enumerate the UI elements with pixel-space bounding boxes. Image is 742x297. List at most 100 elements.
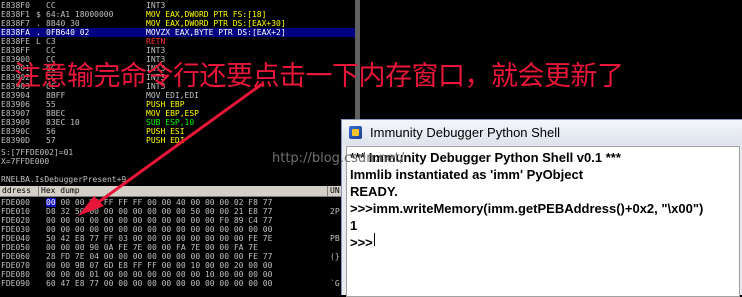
- disasm-address: E83906: [1, 100, 30, 109]
- dump-column-hex[interactable]: Hex dump: [39, 186, 328, 196]
- disasm-instruction: PUSH EDI: [146, 136, 185, 145]
- dump-address: FDE010: [1, 207, 30, 216]
- shell-line: 1: [350, 218, 358, 233]
- dump-ascii: (}: [330, 252, 340, 261]
- disasm-instruction: RETN: [146, 37, 166, 46]
- info-line: RNELBA.IsDebuggerPresent+9: [1, 175, 127, 184]
- disassembly-row[interactable]: E8390C 56 PUSH ESI: [0, 127, 360, 136]
- disasm-address: E838F7: [1, 19, 30, 28]
- dump-address: FDE020: [1, 216, 30, 225]
- disasm-hex-bytes: 0FB640 02: [46, 28, 90, 37]
- dump-remaining-bytes: FD 7E 04 00 00 00 00 00 00 00 00 00 00 F…: [55, 252, 273, 261]
- python-shell-window[interactable]: Immunity Debugger Python Shell *** Immun…: [341, 119, 742, 297]
- shell-console[interactable]: *** Immunity Debugger Python Shell v0.1 …: [346, 146, 740, 297]
- shell-line: READY.: [350, 184, 398, 199]
- disasm-instruction: INT3: [146, 1, 166, 10]
- disasm-hex-bytes: 55: [46, 100, 56, 109]
- dump-row[interactable]: FDE050 00 00 00 90 0A FE 7E 00 00 FA 7E 0…: [0, 243, 360, 252]
- dump-hex-bytes: 28 FD 7E 04 00 00 00 00 00 00 00 00 00 0…: [46, 252, 272, 261]
- disassembly-row[interactable]: E8390D 57 PUSH EDI: [0, 136, 360, 145]
- disassembly-row[interactable]: E838F7. 8B40 30 MOV EAX,DWORD PTR DS:[EAX+…: [0, 19, 360, 28]
- dump-first-byte: 60: [46, 279, 56, 288]
- disasm-instruction: MOV EAX,DWORD PTR DS:[EAX+30]: [146, 19, 286, 28]
- disassembly-row[interactable]: E83907 8BEC MOV EBP,ESP: [0, 109, 360, 118]
- disasm-address: E83907: [1, 109, 30, 118]
- dump-header: ddress Hex dump UN: [0, 186, 361, 197]
- disasm-hex-bytes: 64:A1 18000000: [46, 10, 114, 19]
- disasm-marker: $: [36, 10, 41, 19]
- dump-ascii: [330, 225, 340, 234]
- dump-ascii: [330, 198, 340, 207]
- info-line: X=7FFDE000: [1, 157, 50, 166]
- dump-address: FDE050: [1, 243, 30, 252]
- disassembly-row[interactable]: E838F1 $64:A1 18000000 MOV EAX,DWORD PTR F…: [0, 10, 360, 19]
- dump-hex-bytes: 00 00 00 01 00 00 00 00 00 00 00 10 00 0…: [46, 270, 272, 279]
- disassembly-row[interactable]: E838FA. 0FB640 02 MOVZX EAX,BYTE PTR DS:[E…: [0, 28, 360, 37]
- info-line: S:[7FFDE002]=01: [1, 148, 74, 157]
- disassembly-row[interactable]: E838FE L C3 RETN: [0, 37, 360, 46]
- disasm-address: E838F1: [1, 10, 30, 19]
- dump-row[interactable]: FDE060 28 FD 7E 04 00 00 00 00 00 00 00 0…: [0, 252, 360, 261]
- dump-first-byte: 50: [46, 234, 56, 243]
- disassembly-row[interactable]: E83906 55 PUSH EBP: [0, 100, 360, 109]
- dump-remaining-bytes: 00 9B 07 6D E8 FF FF 00 00 10 00 00 20 0…: [55, 261, 273, 270]
- disasm-instruction: MOVZX EAX,BYTE PTR DS:[EAX+2]: [146, 28, 286, 37]
- dump-ascii: `G: [330, 279, 340, 288]
- dump-address: FDE080: [1, 270, 30, 279]
- disasm-marker: L: [36, 37, 41, 46]
- dump-remaining-bytes: 47 E8 77 00 00 00 00 00 00 00 00 00 00 0…: [55, 279, 273, 288]
- disasm-hex-bytes: CC: [46, 1, 56, 10]
- dump-hex-bytes: 60 47 E8 77 00 00 00 00 00 00 00 00 00 0…: [46, 279, 272, 288]
- text-caret: [374, 233, 375, 246]
- disasm-address: E838FE: [1, 37, 30, 46]
- dump-first-byte: 28: [46, 252, 56, 261]
- dump-address: FDE030: [1, 225, 30, 234]
- disasm-instruction: MOV EAX,DWORD PTR FS:[18]: [146, 10, 267, 19]
- shell-title: Immunity Debugger Python Shell: [370, 125, 561, 140]
- dump-hex-bytes: 50 42 E8 77 FF 03 00 00 00 00 00 00 00 0…: [46, 234, 272, 243]
- memory-dump-pane[interactable]: FDE000 00 00 00 FF FF FF FF 00 00 40 00 0…: [0, 197, 360, 294]
- shell-titlebar[interactable]: Immunity Debugger Python Shell: [342, 120, 742, 145]
- disasm-instruction: MOV EBP,ESP: [146, 109, 199, 118]
- dump-row[interactable]: FDE000 00 00 00 FF FF FF FF 00 00 40 00 0…: [0, 198, 360, 207]
- dump-ascii: [330, 243, 340, 252]
- disasm-hex-bytes: 83EC 10: [46, 118, 80, 127]
- dump-hex-bytes: 00 00 00 90 0A FE 7E 00 00 FA 7E 00 00 F…: [46, 243, 258, 252]
- dump-row[interactable]: FDE040 50 42 E8 77 FF 03 00 00 00 00 00 0…: [0, 234, 360, 243]
- dump-first-byte: 00: [46, 261, 56, 270]
- dump-ascii: [330, 261, 340, 270]
- dump-first-byte: D8: [46, 207, 56, 216]
- dump-row[interactable]: FDE070 00 00 9B 07 6D E8 FF FF 00 00 10 0…: [0, 261, 360, 270]
- dump-row[interactable]: FDE020 00 00 00 00 00 00 00 00 00 00 00 0…: [0, 216, 360, 225]
- disasm-address: E838FA: [1, 28, 30, 37]
- dump-hex-bytes: 00 00 00 00 00 00 00 00 00 00 00 00 F0 8…: [46, 216, 272, 225]
- shell-prompt[interactable]: >>>: [350, 235, 373, 250]
- app-icon: [349, 126, 362, 139]
- dump-row[interactable]: FDE010 D8 32 50 00 00 00 00 00 00 00 50 0…: [0, 207, 360, 216]
- dump-first-byte: 00: [46, 216, 56, 225]
- disasm-address: E8390D: [1, 136, 30, 145]
- dump-remaining-bytes: 00 00 00 00 00 00 00 00 00 00 00 F0 89 C…: [55, 216, 273, 225]
- disasm-marker: .: [36, 19, 41, 28]
- dump-row[interactable]: FDE030 00 00 00 00 00 00 00 00 00 00 00 0…: [0, 225, 360, 234]
- highlighted-byte[interactable]: 00: [46, 198, 56, 207]
- disasm-instruction: PUSH EBP: [146, 100, 185, 109]
- disasm-hex-bytes: 57: [46, 136, 56, 145]
- dump-hex-bytes: 00 00 00 FF FF FF FF 00 00 40 00 00 00 0…: [46, 198, 272, 207]
- disasm-address: E8390C: [1, 127, 30, 136]
- disasm-marker: .: [36, 28, 41, 37]
- dump-first-byte: 00: [46, 243, 56, 252]
- dump-remaining-bytes: 00 00 00 00 00 00 00 00 00 00 00 00 00 0…: [55, 225, 273, 234]
- dump-ascii: 2P: [330, 207, 340, 216]
- dump-column-address[interactable]: ddress: [0, 186, 39, 196]
- dump-hex-bytes: 00 00 00 00 00 00 00 00 00 00 00 00 00 0…: [46, 225, 272, 234]
- dump-row[interactable]: FDE090 60 47 E8 77 00 00 00 00 00 00 00 0…: [0, 279, 360, 288]
- disassembly-row[interactable]: E83909 83EC 10 SUB ESP,10: [0, 118, 360, 127]
- dump-row[interactable]: FDE080 00 00 00 01 00 00 00 00 00 00 00 1…: [0, 270, 360, 279]
- disassembly-row[interactable]: E838F0 CC INT3: [0, 1, 360, 10]
- dump-ascii: PB: [330, 234, 340, 243]
- dump-remaining-bytes: 00 00 90 0A FE 7E 00 00 FA 7E 00 00 FA 7…: [55, 243, 258, 252]
- dump-remaining-bytes: 42 E8 77 FF 03 00 00 00 00 00 00 00 00 F…: [55, 234, 273, 243]
- disasm-hex-bytes: 56: [46, 127, 56, 136]
- watermark: http://blog.csdn.net/: [272, 151, 405, 166]
